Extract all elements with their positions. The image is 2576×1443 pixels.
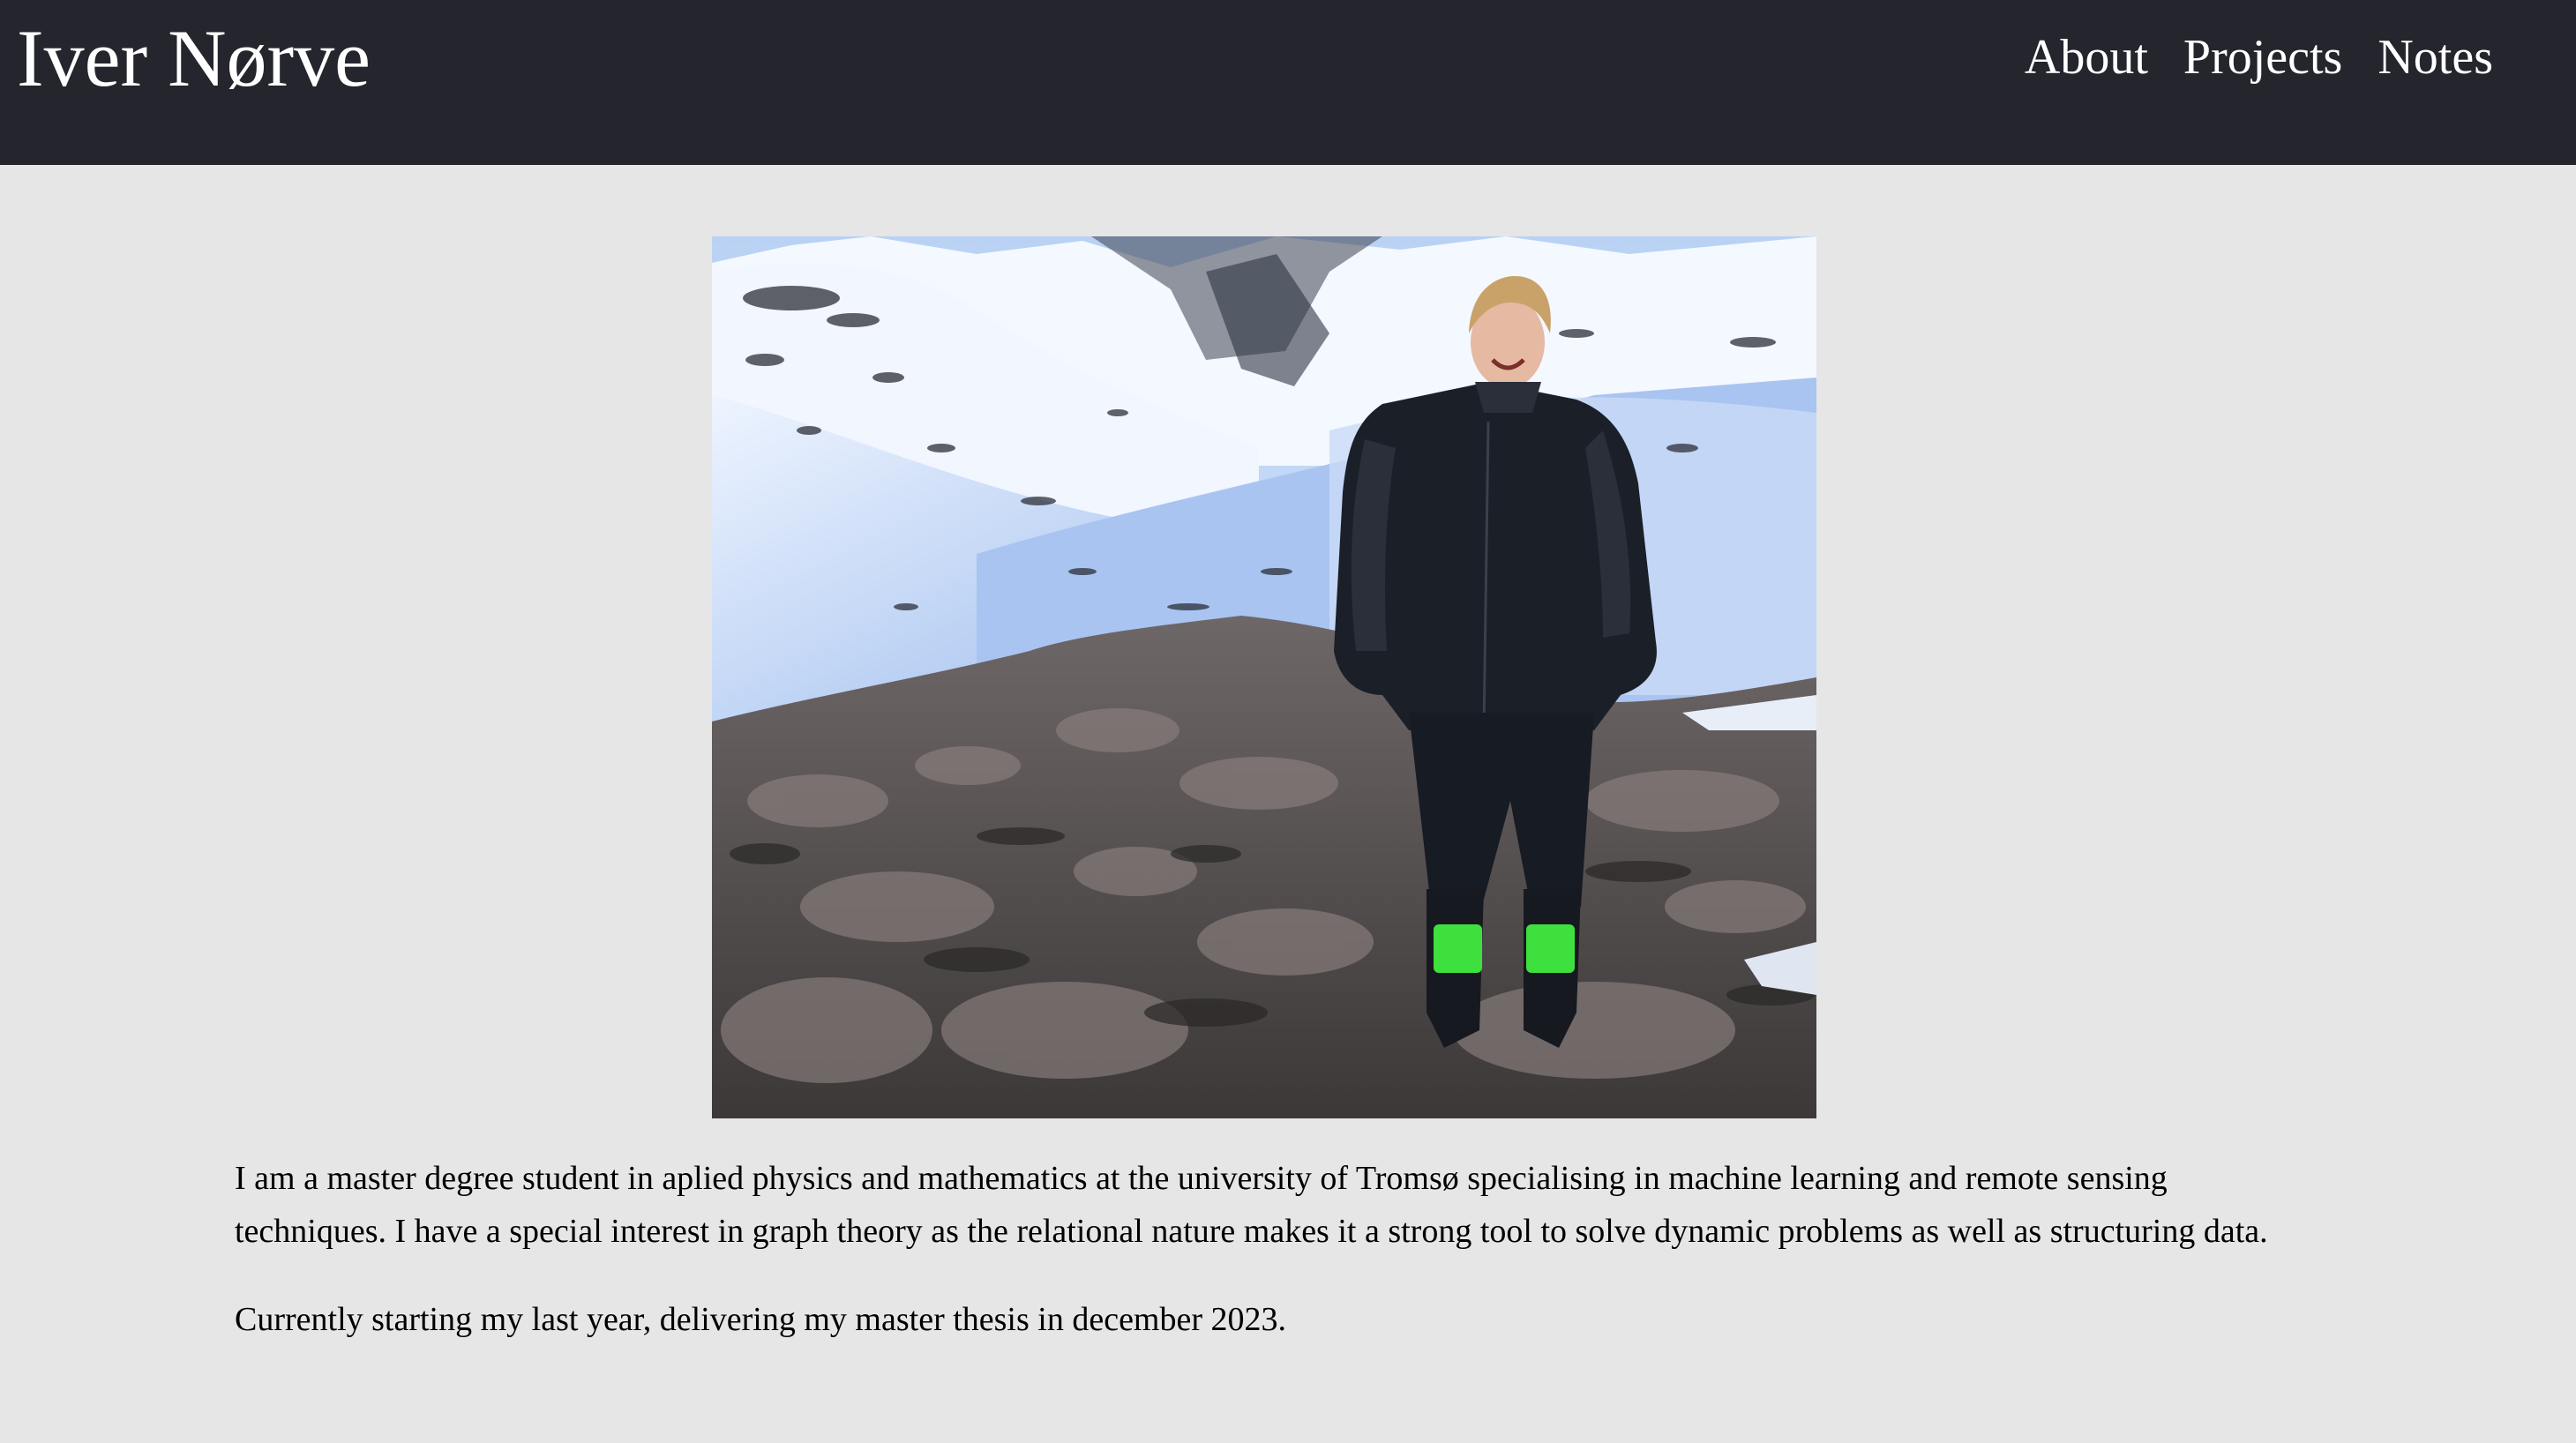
site-title-link[interactable]: Iver Nørve (17, 5, 371, 111)
about-content: I am a master degree student in aplied p… (235, 1152, 2325, 1346)
main-nav: About Projects Notes (2025, 26, 2493, 88)
nav-link-about[interactable]: About (2025, 26, 2148, 88)
status-paragraph: Currently starting my last year, deliver… (235, 1301, 1287, 1338)
nav-link-notes[interactable]: Notes (2378, 26, 2493, 88)
site-header: Iver Nørve About Projects Notes (0, 0, 2576, 165)
profile-photo (712, 236, 1816, 1118)
nav-link-projects[interactable]: Projects (2183, 26, 2342, 88)
bio-paragraph: I am a master degree student in aplied p… (235, 1160, 2268, 1250)
